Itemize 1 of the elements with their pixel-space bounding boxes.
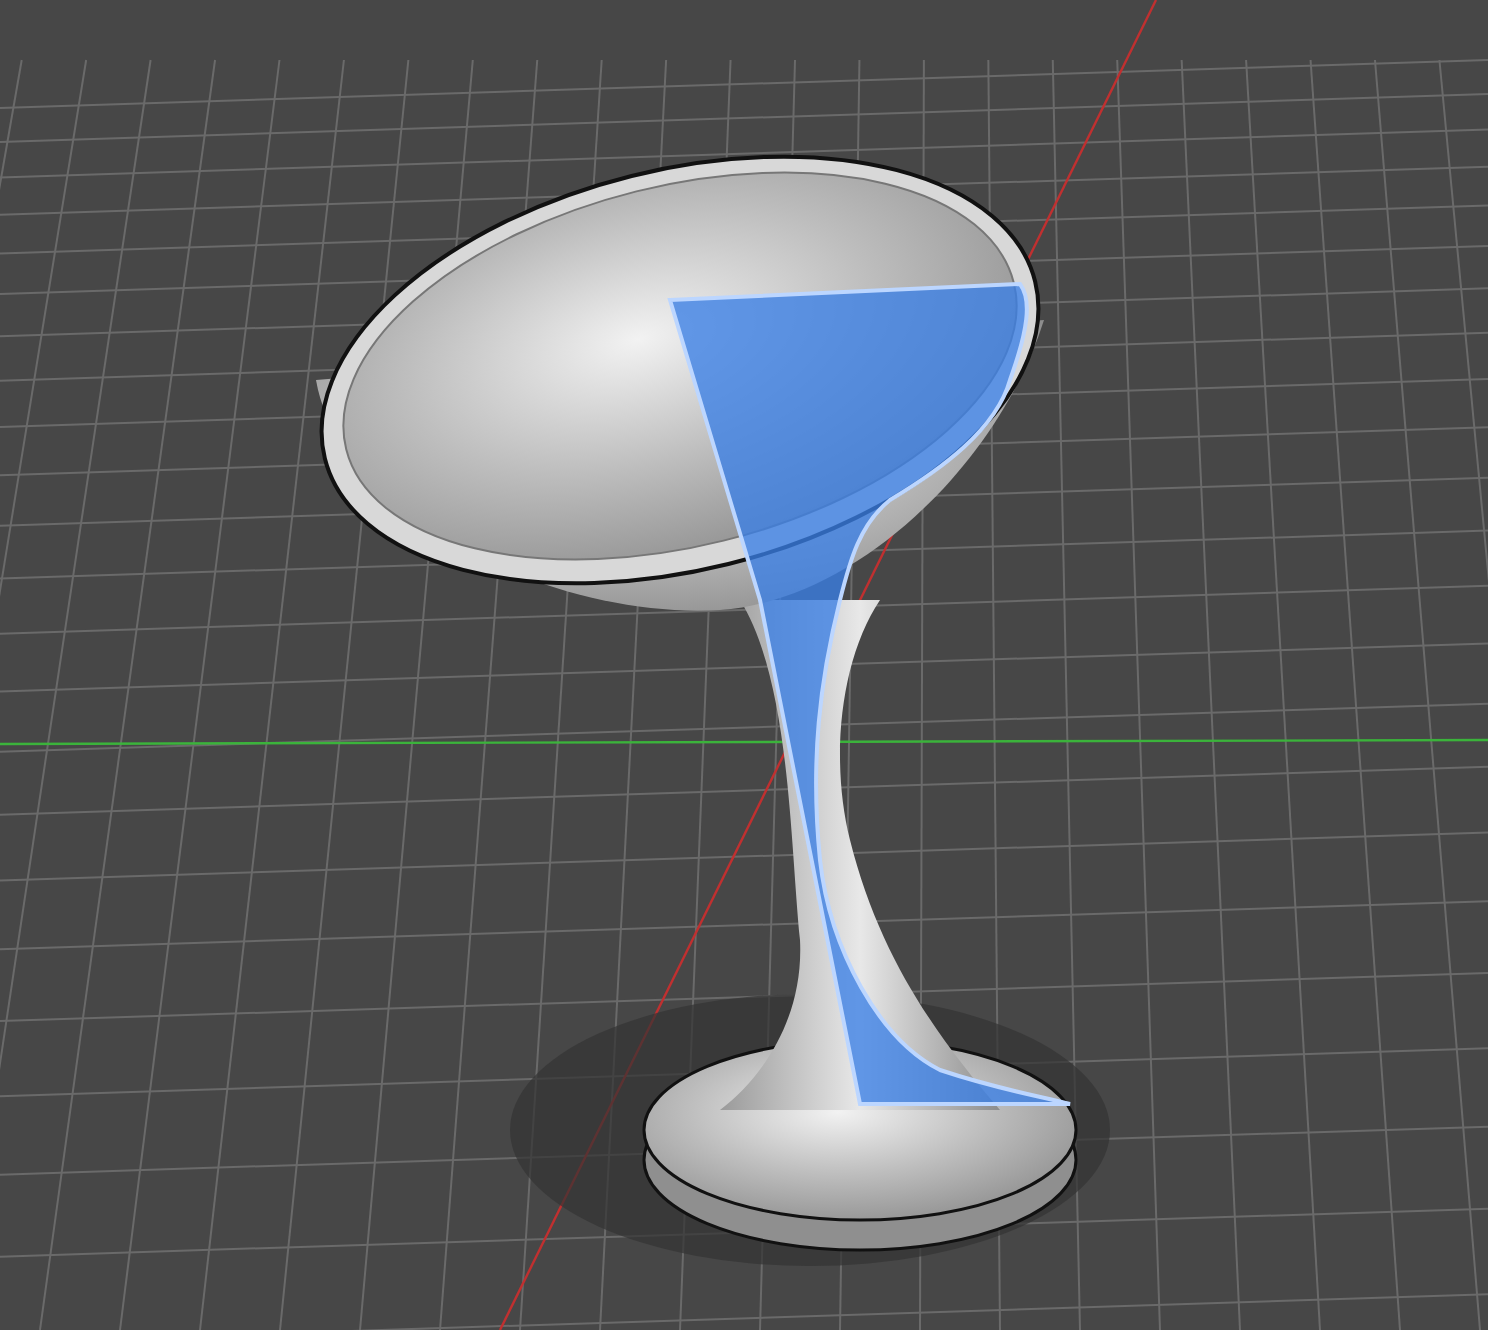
profile-sketch[interactable] <box>668 282 1072 1106</box>
